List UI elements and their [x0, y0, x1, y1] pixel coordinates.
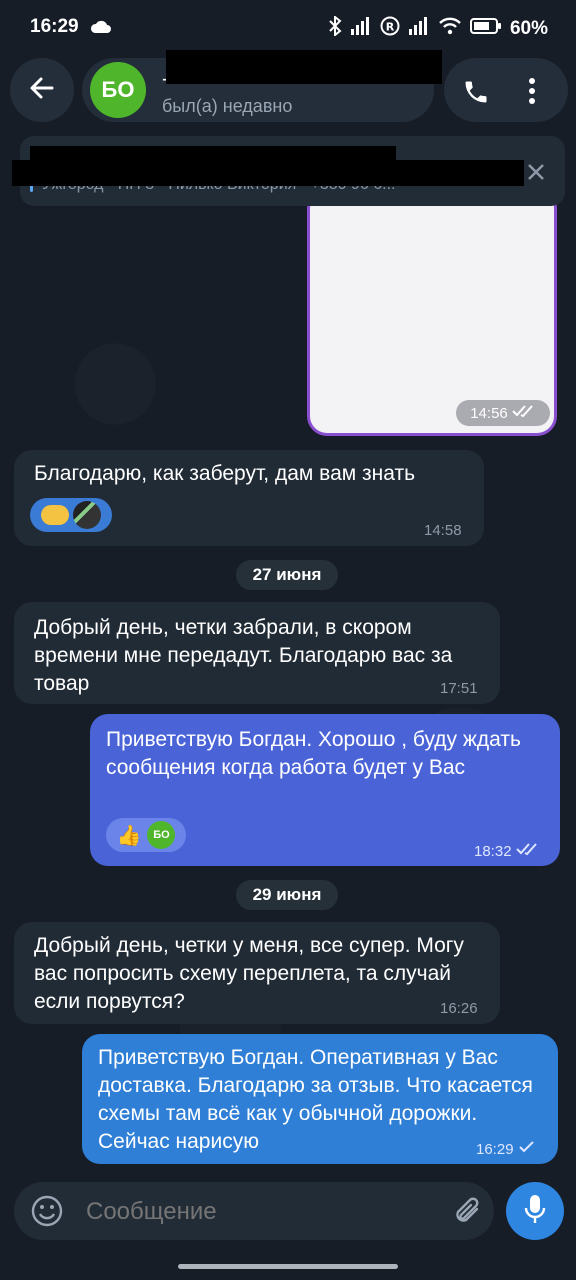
cloud-icon: [90, 18, 112, 40]
status-bar: 16:29 R 60%: [0, 0, 576, 56]
redaction-bar: [166, 50, 442, 84]
message-status: 16:29: [476, 1140, 536, 1158]
date-separator: 27 июня: [236, 560, 338, 590]
battery-icon: [469, 17, 502, 41]
emoji-icon[interactable]: [30, 1194, 64, 1233]
microphone-icon: [524, 1194, 546, 1229]
roaming-icon: R: [380, 16, 400, 42]
svg-text:R: R: [386, 21, 395, 34]
status-icons: R 60%: [328, 14, 548, 42]
message-text: Благодарю, как заберут, дам вам знать: [34, 462, 416, 485]
image-message[interactable]: [307, 188, 557, 436]
phone-icon[interactable]: [462, 78, 490, 111]
message-time: 16:29: [476, 1140, 514, 1158]
double-check-icon: [512, 404, 536, 422]
check-icon: [518, 1140, 536, 1158]
date-separator: 29 июня: [236, 880, 338, 910]
message-text: Добрый день, четки забрали, в скором вре…: [34, 616, 453, 695]
message-text: Приветствую Богдан. Хорошо , буду ждать …: [106, 728, 521, 779]
wifi-icon: [438, 17, 462, 41]
reaction-avatar: БО: [147, 821, 176, 849]
mic-button[interactable]: [506, 1182, 564, 1240]
double-check-icon: [515, 842, 540, 860]
message-input[interactable]: [84, 1190, 438, 1234]
reaction-avatar: [73, 501, 101, 529]
reaction-badge[interactable]: 👍 БО: [106, 818, 186, 852]
signal-icon-2: [408, 17, 430, 41]
message-time: 17:51: [440, 680, 478, 697]
signal-icon: [350, 17, 372, 41]
message-status: 18:32: [474, 842, 540, 860]
status-time: 16:29: [30, 16, 79, 37]
reaction-badge[interactable]: [30, 498, 112, 532]
close-icon[interactable]: [526, 162, 546, 187]
image-time: 14:56: [456, 400, 550, 426]
thumbs-up-icon: 👍: [116, 824, 142, 847]
message-time: 16:26: [440, 1000, 478, 1017]
battery-level: 60%: [509, 18, 548, 39]
avatar[interactable]: БО: [90, 62, 146, 118]
paperclip-icon[interactable]: [452, 1194, 484, 1233]
message-time: 18:32: [474, 842, 512, 860]
contact-status: был(а) недавно: [162, 96, 293, 116]
redaction-bar: [12, 160, 524, 186]
more-options-icon[interactable]: [526, 76, 538, 111]
back-button[interactable]: [10, 58, 74, 122]
handshake-icon: [41, 505, 69, 525]
arrow-left-icon: [28, 74, 56, 107]
message-time: 14:56: [470, 404, 508, 422]
message-time: 14:58: [424, 522, 462, 539]
bluetooth-icon: [328, 14, 342, 42]
message-text: Добрый день, четки у меня, все супер. Мо…: [34, 934, 464, 1013]
home-indicator[interactable]: [178, 1264, 398, 1269]
